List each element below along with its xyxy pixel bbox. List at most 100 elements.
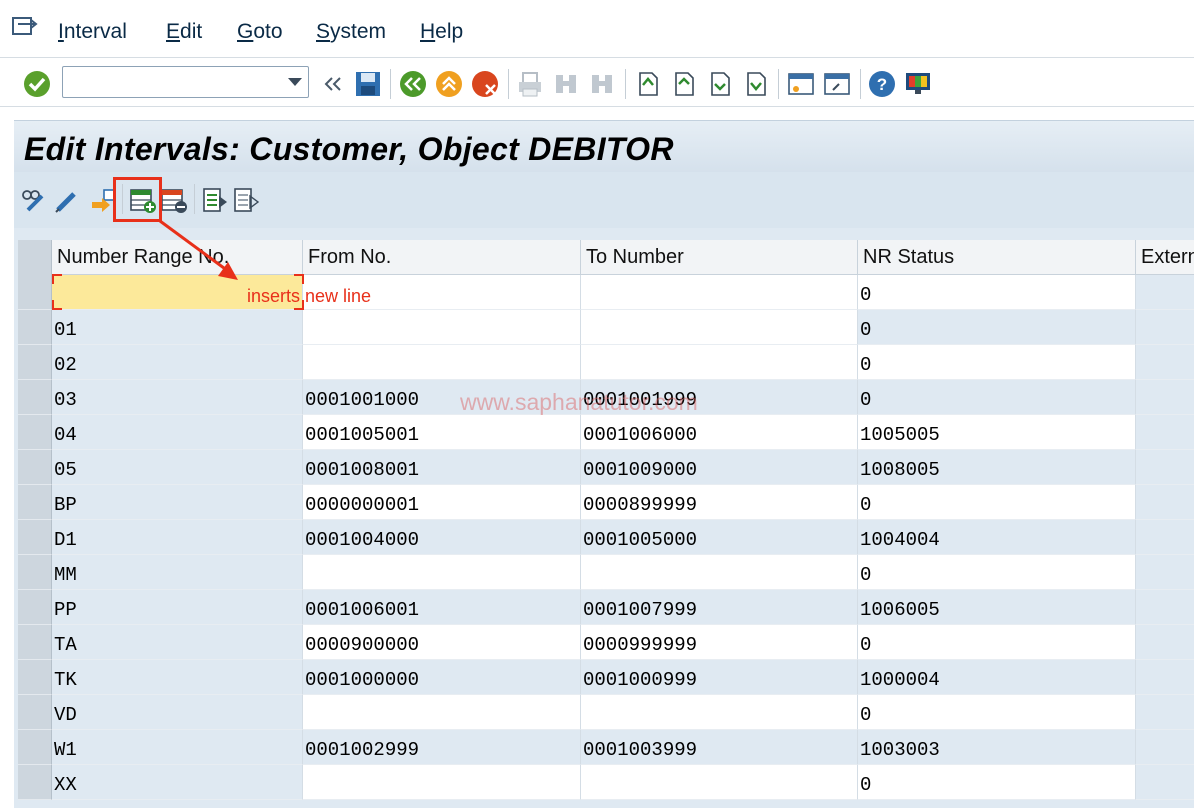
customize-layout-icon[interactable] <box>903 69 933 99</box>
menu-icon[interactable] <box>12 17 38 39</box>
column-header-number-range[interactable]: Number Range No. <box>52 240 303 275</box>
cell-external <box>1136 310 1194 345</box>
cell-from-no[interactable]: 0001004000 <box>303 520 581 555</box>
last-page-icon[interactable] <box>740 69 770 99</box>
row-selector[interactable] <box>18 625 52 660</box>
cell-from-no[interactable] <box>303 555 581 590</box>
row-selector[interactable] <box>18 730 52 765</box>
row-selector[interactable] <box>18 380 52 415</box>
cell-to-number[interactable] <box>581 765 858 800</box>
delete-line-icon[interactable] <box>160 186 188 214</box>
cell-from-no[interactable]: 0000900000 <box>303 625 581 660</box>
cell-from-no[interactable]: 0001006001 <box>303 590 581 625</box>
help-icon[interactable]: ? <box>867 69 897 99</box>
cell-to-number[interactable] <box>581 275 858 310</box>
cancel-icon[interactable] <box>470 69 500 99</box>
page-title: Edit Intervals: Customer, Object DEBITOR <box>24 131 674 167</box>
prev-page-icon[interactable] <box>668 69 698 99</box>
cell-number-range[interactable]: W1 <box>52 730 303 765</box>
row-selector[interactable] <box>18 275 52 310</box>
menu-system[interactable]: System <box>316 20 386 44</box>
cell-to-number[interactable]: 0000899999 <box>581 485 858 520</box>
row-selector[interactable] <box>18 520 52 555</box>
column-header-to-number[interactable]: To Number <box>581 240 858 275</box>
cell-number-range[interactable]: 05 <box>52 450 303 485</box>
cell-from-no[interactable] <box>303 310 581 345</box>
save-icon[interactable] <box>353 69 383 99</box>
row-selector[interactable] <box>18 415 52 450</box>
command-field[interactable] <box>62 66 309 98</box>
shortcut-icon[interactable] <box>822 69 852 99</box>
toolbar-separator <box>508 69 509 99</box>
system-toolbar: ? <box>0 59 1194 107</box>
deselect-all-icon[interactable] <box>232 186 260 214</box>
cell-from-no[interactable]: 0000000001 <box>303 485 581 520</box>
cell-from-no[interactable]: 0001008001 <box>303 450 581 485</box>
menu-help[interactable]: Help <box>420 20 463 44</box>
toolbar-separator <box>390 69 391 99</box>
cell-number-range[interactable]: VD <box>52 695 303 730</box>
green-back-icon[interactable] <box>398 69 428 99</box>
cell-number-range[interactable]: BP <box>52 485 303 520</box>
next-page-icon[interactable] <box>704 69 734 99</box>
menu-interval[interactable]: Interval <box>58 20 127 44</box>
cell-external <box>1136 625 1194 660</box>
row-selector[interactable] <box>18 310 52 345</box>
cell-external <box>1136 450 1194 485</box>
cell-number-range[interactable]: PP <box>52 590 303 625</box>
cell-to-number[interactable]: 0001000999 <box>581 660 858 695</box>
cell-number-range[interactable]: 04 <box>52 415 303 450</box>
cell-number-range[interactable]: MM <box>52 555 303 590</box>
change-icon[interactable] <box>52 186 80 214</box>
enter-icon[interactable] <box>22 69 52 99</box>
cell-to-number[interactable] <box>581 555 858 590</box>
cell-number-range[interactable]: 03 <box>52 380 303 415</box>
chevron-down-icon[interactable] <box>288 78 302 86</box>
cell-to-number[interactable]: 0000999999 <box>581 625 858 660</box>
select-all-icon[interactable] <box>201 186 229 214</box>
cell-to-number[interactable]: 0001003999 <box>581 730 858 765</box>
row-selector[interactable] <box>18 345 52 380</box>
column-header-from-no[interactable]: From No. <box>303 240 581 275</box>
cell-to-number[interactable] <box>581 345 858 380</box>
new-session-icon[interactable] <box>786 69 816 99</box>
cell-to-number[interactable]: 0001006000 <box>581 415 858 450</box>
cell-to-number[interactable]: 0001005000 <box>581 520 858 555</box>
cell-from-no[interactable]: 0001005001 <box>303 415 581 450</box>
row-selector[interactable] <box>18 450 52 485</box>
row-selector[interactable] <box>18 765 52 800</box>
find-icon <box>556 75 576 93</box>
column-header-nr-status[interactable]: NR Status <box>858 240 1136 275</box>
display-change-icon[interactable] <box>20 186 48 214</box>
cell-from-no[interactable]: 0001000000 <box>303 660 581 695</box>
cell-number-range[interactable]: TK <box>52 660 303 695</box>
select-all-cell[interactable] <box>18 240 52 275</box>
cell-from-no[interactable]: 0001002999 <box>303 730 581 765</box>
cell-from-no[interactable] <box>303 765 581 800</box>
first-page-icon[interactable] <box>632 69 662 99</box>
cell-to-number[interactable]: 0001009000 <box>581 450 858 485</box>
cell-number-range[interactable]: 02 <box>52 345 303 380</box>
cell-to-number[interactable] <box>581 310 858 345</box>
cell-number-range[interactable]: 01 <box>52 310 303 345</box>
cell-from-no[interactable] <box>303 695 581 730</box>
column-header-external[interactable]: Extern <box>1136 240 1194 275</box>
exit-icon[interactable] <box>434 69 464 99</box>
back-icon[interactable] <box>318 69 348 99</box>
highlight-box <box>113 177 162 222</box>
cell-number-range[interactable]: TA <box>52 625 303 660</box>
row-selector[interactable] <box>18 590 52 625</box>
cell-number-range[interactable]: XX <box>52 765 303 800</box>
menu-goto[interactable]: Goto <box>237 20 283 44</box>
cell-external <box>1136 485 1194 520</box>
cell-to-number[interactable] <box>581 695 858 730</box>
row-selector[interactable] <box>18 660 52 695</box>
selection-corner <box>294 300 304 310</box>
row-selector[interactable] <box>18 695 52 730</box>
cell-from-no[interactable] <box>303 345 581 380</box>
cell-to-number[interactable]: 0001007999 <box>581 590 858 625</box>
row-selector[interactable] <box>18 485 52 520</box>
row-selector[interactable] <box>18 555 52 590</box>
cell-number-range[interactable]: D1 <box>52 520 303 555</box>
menu-edit[interactable]: Edit <box>166 20 202 44</box>
